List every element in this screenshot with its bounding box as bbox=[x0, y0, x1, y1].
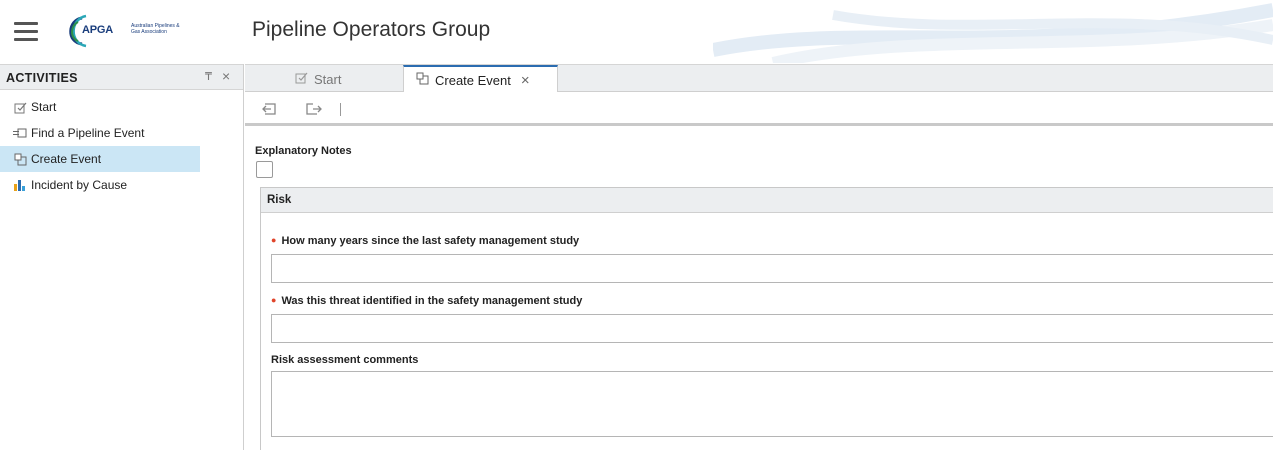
sidebar-item-incident-by-cause[interactable]: Incident by Cause bbox=[0, 172, 200, 198]
threat-identified-input[interactable] bbox=[271, 314, 1273, 343]
create-event-icon bbox=[416, 72, 429, 88]
form-content: Explanatory Notes Risk ● How many years s… bbox=[245, 129, 1273, 450]
sidebar-item-label: Start bbox=[31, 100, 57, 114]
years-since-study-input[interactable] bbox=[271, 254, 1273, 283]
field-label-text: Risk assessment comments bbox=[271, 354, 419, 366]
activities-panel: ACTIVITIES ₸ × Start Find a Pipeline Eve… bbox=[0, 64, 244, 450]
toolbar-divider bbox=[340, 103, 341, 116]
logo-text: APGA bbox=[82, 24, 113, 36]
chart-icon bbox=[13, 178, 27, 192]
app-header: APGA Australian Pipelines & Gas Associat… bbox=[0, 0, 1273, 63]
panel-title: ACTIVITIES bbox=[6, 71, 78, 85]
menu-icon[interactable] bbox=[14, 22, 38, 42]
tab-bar: Start Create Event × bbox=[245, 64, 1273, 93]
required-indicator: ● bbox=[271, 295, 277, 305]
explanatory-notes-label: Explanatory Notes bbox=[255, 145, 352, 157]
back-icon[interactable] bbox=[261, 100, 279, 118]
logo-subtitle: Australian Pipelines & Gas Association bbox=[131, 23, 180, 35]
field-label-text: Was this threat identified in the safety… bbox=[281, 295, 583, 307]
create-event-icon bbox=[13, 152, 27, 166]
header-decoration bbox=[713, 3, 1273, 63]
tab-label: Start bbox=[314, 71, 342, 87]
checkbox-pen-icon bbox=[295, 71, 308, 87]
checkbox-pen-icon bbox=[13, 100, 27, 114]
forward-icon[interactable] bbox=[305, 100, 323, 118]
section-title: Risk bbox=[261, 188, 1273, 213]
required-indicator: ● bbox=[271, 235, 277, 245]
close-tab-icon[interactable]: × bbox=[521, 72, 530, 89]
pin-icon[interactable]: ₸ bbox=[205, 70, 212, 83]
field-label-threat-identified: ● Was this threat identified in the safet… bbox=[271, 295, 582, 307]
tab-create-event[interactable]: Create Event × bbox=[403, 65, 558, 93]
sidebar-item-label: Create Event bbox=[31, 152, 102, 166]
sidebar-item-create-event[interactable]: Create Event bbox=[0, 146, 200, 172]
risk-section: Risk ● How many years since the last safe… bbox=[260, 187, 1273, 450]
risk-comments-textarea[interactable] bbox=[271, 371, 1273, 437]
field-label-years-since-study: ● How many years since the last safety ma… bbox=[271, 235, 579, 247]
page-title: Pipeline Operators Group bbox=[252, 18, 491, 41]
sidebar-item-label: Find a Pipeline Event bbox=[31, 126, 145, 140]
find-icon bbox=[13, 126, 27, 140]
close-icon[interactable]: × bbox=[222, 68, 230, 84]
sidebar-item-label: Incident by Cause bbox=[31, 178, 128, 192]
activities-panel-header: ACTIVITIES ₸ × bbox=[0, 64, 243, 90]
tab-start[interactable]: Start bbox=[295, 65, 341, 93]
sidebar-item-start[interactable]: Start bbox=[0, 94, 200, 120]
tab-label: Create Event bbox=[435, 72, 511, 88]
explanatory-notes-checkbox[interactable] bbox=[256, 161, 273, 178]
sidebar-item-find-pipeline-event[interactable]: Find a Pipeline Event bbox=[0, 120, 200, 146]
field-label-text: How many years since the last safety man… bbox=[281, 235, 580, 247]
activities-list: Start Find a Pipeline Event Create Event… bbox=[0, 94, 243, 198]
field-label-risk-comments: Risk assessment comments bbox=[271, 354, 418, 366]
toolbar bbox=[245, 92, 1273, 126]
